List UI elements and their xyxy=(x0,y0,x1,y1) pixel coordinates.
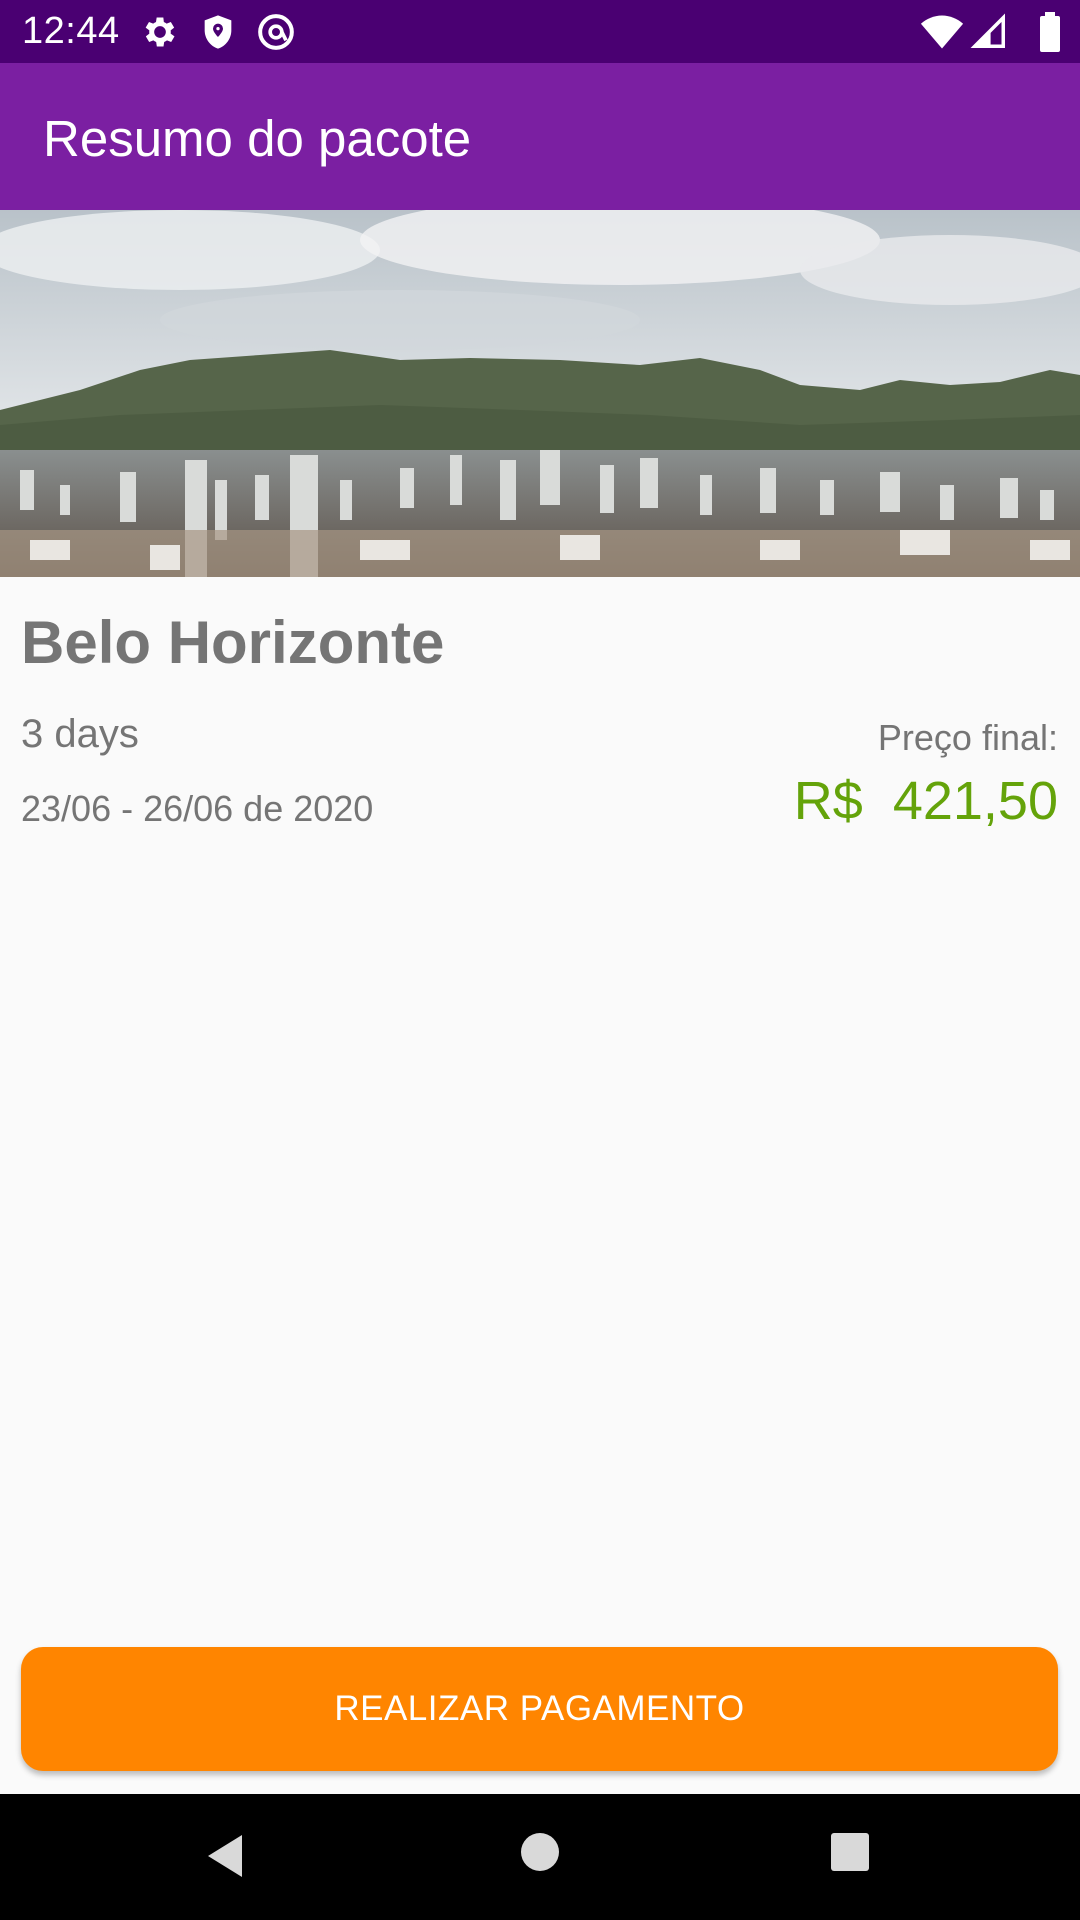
status-icons-right xyxy=(920,10,1080,54)
recents-icon[interactable] xyxy=(830,1832,870,1877)
status-time: 12:44 xyxy=(22,10,120,52)
city-photo xyxy=(0,210,1080,577)
status-bar: 12:44 xyxy=(0,0,1080,63)
battery-icon xyxy=(1038,10,1062,54)
package-summary-screen: 12:44 Resumo do pacote Belo Horizonte 3 … xyxy=(0,0,1080,1920)
gear-icon xyxy=(140,12,180,52)
pay-button[interactable]: REALIZAR PAGAMENTO xyxy=(21,1647,1058,1771)
pay-button-label: REALIZAR PAGAMENTO xyxy=(334,1689,745,1728)
trip-dates: 23/06 - 26/06 de 2020 xyxy=(21,788,374,829)
app-bar: Resumo do pacote xyxy=(0,63,1080,210)
back-icon[interactable] xyxy=(204,1832,244,1885)
trip-duration: 3 days xyxy=(21,712,139,756)
shield-icon xyxy=(198,12,238,52)
page-title: Resumo do pacote xyxy=(43,110,472,167)
price-label: Preço final: xyxy=(877,717,1058,758)
system-nav-bar xyxy=(0,1794,1080,1920)
city-name: Belo Horizonte xyxy=(21,609,445,676)
wifi-icon xyxy=(920,10,964,54)
vpn-at-icon xyxy=(256,12,296,52)
home-icon[interactable] xyxy=(520,1832,560,1877)
signal-icon xyxy=(970,10,1008,54)
price-value: R$ 421,50 xyxy=(793,771,1058,831)
